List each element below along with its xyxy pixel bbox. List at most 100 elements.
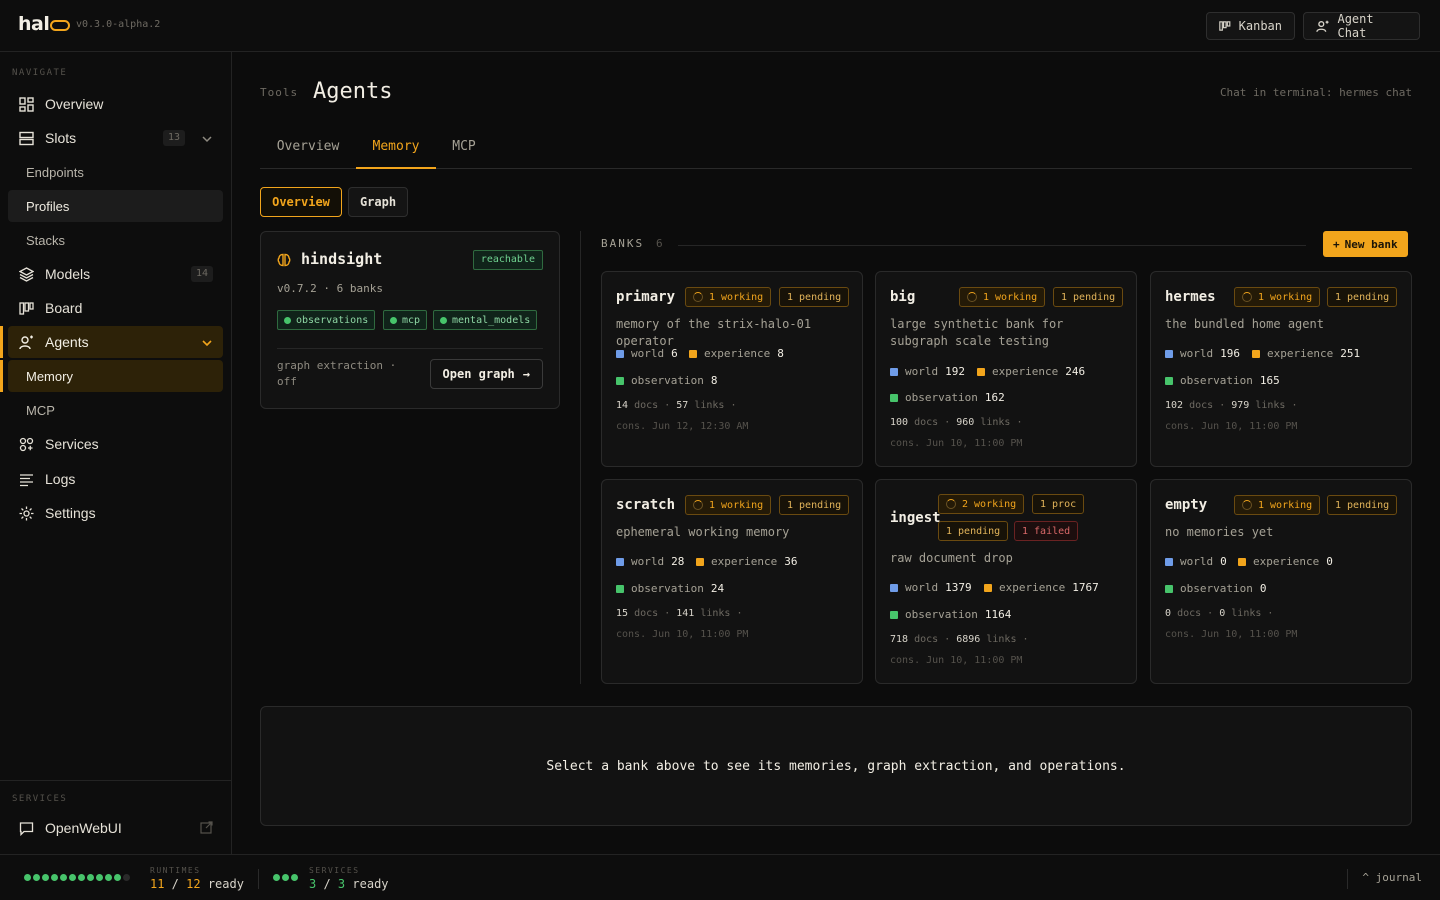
settings-icon	[18, 505, 34, 521]
pending-badge: 1 pending	[1053, 287, 1124, 307]
sidebar-item-endpoints[interactable]: Endpoints	[8, 156, 223, 188]
sidebar-item-slots[interactable]: Slots 13	[8, 122, 223, 154]
journal-toggle[interactable]: ^ journal	[1362, 871, 1422, 884]
stat-label: observation	[631, 582, 704, 595]
chip-label: mental_models	[452, 314, 531, 326]
experience-swatch	[977, 367, 985, 376]
kanban-button[interactable]: Kanban	[1206, 12, 1295, 40]
open-graph-button[interactable]: Open graph →	[429, 359, 543, 389]
board-icon	[18, 300, 34, 316]
new-bank-button[interactable]: + New bank	[1323, 231, 1408, 257]
agent-icon	[18, 334, 34, 350]
proc-badge: 1 proc	[1032, 494, 1085, 514]
stat-label: experience	[711, 555, 778, 568]
logs-icon	[18, 471, 34, 487]
sidebar-item-label: Stacks	[26, 232, 66, 248]
banks-count: 6	[656, 237, 663, 250]
footer-divider	[1347, 869, 1348, 889]
sidebar-item-stacks[interactable]: Stacks	[8, 224, 223, 256]
sidebar-item-label: Settings	[45, 505, 96, 521]
services-ready: 3	[309, 877, 317, 891]
bank-name: primary	[616, 289, 676, 305]
experience-swatch	[1238, 557, 1246, 566]
external-link-icon[interactable]	[200, 821, 213, 837]
sidebar-item-board[interactable]: Board	[8, 292, 223, 324]
sidebar-item-overview[interactable]: Overview	[8, 88, 223, 120]
chevron-down-icon[interactable]	[201, 132, 213, 148]
sidebar-item-profiles[interactable]: Profiles	[8, 190, 223, 222]
sidebar-item-label: Board	[45, 300, 83, 316]
sidebar-item-label: Memory	[26, 368, 73, 384]
stat-value: 251	[1340, 347, 1361, 360]
tab-overview[interactable]: Overview	[260, 130, 356, 169]
stat-value: 0	[1326, 555, 1333, 568]
segment-overview[interactable]: Overview	[260, 187, 342, 217]
sidebar-item-label: Slots	[45, 130, 77, 146]
working-badge: 1 working	[685, 495, 772, 515]
stat-value: 36	[784, 555, 798, 568]
brain-icon	[277, 252, 291, 271]
stat-label: experience	[999, 581, 1066, 594]
bank-detail-panel: Select a bank above to see its memories,…	[260, 706, 1412, 826]
sidebar-item-openwebui[interactable]: OpenWebUI	[8, 812, 223, 844]
sidebar-item-services[interactable]: Services	[8, 428, 223, 460]
terminal-hint: Chat in terminal: hermes chat	[1219, 86, 1412, 99]
links-count: 960	[956, 417, 975, 428]
docs-count: 102	[1165, 400, 1184, 411]
card-divider	[277, 348, 543, 349]
world-stat: world 1379	[890, 581, 972, 594]
sidebar-item-settings[interactable]: Settings	[8, 497, 223, 529]
world-swatch	[616, 349, 624, 358]
bank-name: scratch	[616, 497, 676, 513]
sidebar-item-mcp[interactable]: MCP	[8, 394, 223, 426]
observation-swatch	[890, 393, 898, 402]
bank-card-scratch[interactable]: scratch 1 working 1 pending ephemeral wo…	[601, 479, 863, 684]
services-indicator	[273, 874, 298, 881]
docs-count: 14	[616, 400, 629, 411]
observation-stat: observation 165	[1165, 374, 1280, 387]
bank-description: raw document drop	[890, 551, 1013, 565]
navigate-label: NAVIGATE	[12, 68, 68, 78]
sidebar-item-logs[interactable]: Logs	[8, 463, 223, 495]
badge-label: 1 working	[1258, 291, 1313, 303]
tab-memory[interactable]: Memory	[356, 130, 436, 169]
sidebar-item-memory[interactable]: Memory	[8, 360, 223, 392]
observation-swatch	[1165, 376, 1173, 385]
observation-stat: observation 162	[890, 391, 1005, 404]
stat-value: 28	[671, 555, 685, 568]
experience-stat: experience 1767	[984, 581, 1099, 594]
links-label: links	[694, 400, 725, 411]
experience-stat: experience 251	[1252, 347, 1360, 360]
logo-mark	[50, 20, 71, 31]
stat-label: world	[1180, 555, 1214, 568]
chat-icon	[18, 820, 34, 836]
feature-chip: mental_models	[433, 310, 538, 330]
world-stat: world 6	[616, 347, 678, 360]
stat-label: world	[905, 365, 939, 378]
experience-stat: experience 8	[689, 347, 784, 360]
links-label: links	[986, 634, 1017, 645]
app-logo[interactable]: hal	[18, 13, 71, 35]
sidebar-item-models[interactable]: Models 14	[8, 258, 223, 290]
sidebar-item-agents[interactable]: Agents	[8, 326, 223, 358]
world-stat: world 28	[616, 555, 684, 568]
badge-label: 1 working	[1258, 499, 1313, 511]
active-indicator	[0, 360, 3, 392]
bank-card-big[interactable]: big 1 working 1 pending large synthetic …	[875, 271, 1137, 467]
status-dot	[390, 316, 397, 324]
chevron-down-icon[interactable]	[201, 336, 213, 352]
status-dot	[440, 316, 447, 324]
bank-card-hermes[interactable]: hermes 1 working 1 pending the bundled h…	[1150, 271, 1412, 467]
breadcrumb[interactable]: Tools	[260, 86, 298, 99]
sidebar-item-label: Endpoints	[26, 164, 84, 180]
segment-graph[interactable]: Graph	[348, 187, 408, 217]
agent-chat-button[interactable]: Agent Chat	[1303, 12, 1420, 40]
observation-swatch	[1165, 584, 1173, 593]
bank-card-ingest[interactable]: ingest 2 working 1 proc 1 pending 1 fail…	[875, 479, 1137, 684]
links-label: links	[1255, 400, 1286, 411]
bank-card-empty[interactable]: empty 1 working 1 pending no memories ye…	[1150, 479, 1412, 684]
plus-icon: +	[1333, 237, 1340, 251]
bank-card-primary[interactable]: primary 1 working 1 pending memory of th…	[601, 271, 863, 467]
tab-mcp[interactable]: MCP	[436, 130, 492, 169]
docs-label: docs	[1177, 608, 1202, 619]
